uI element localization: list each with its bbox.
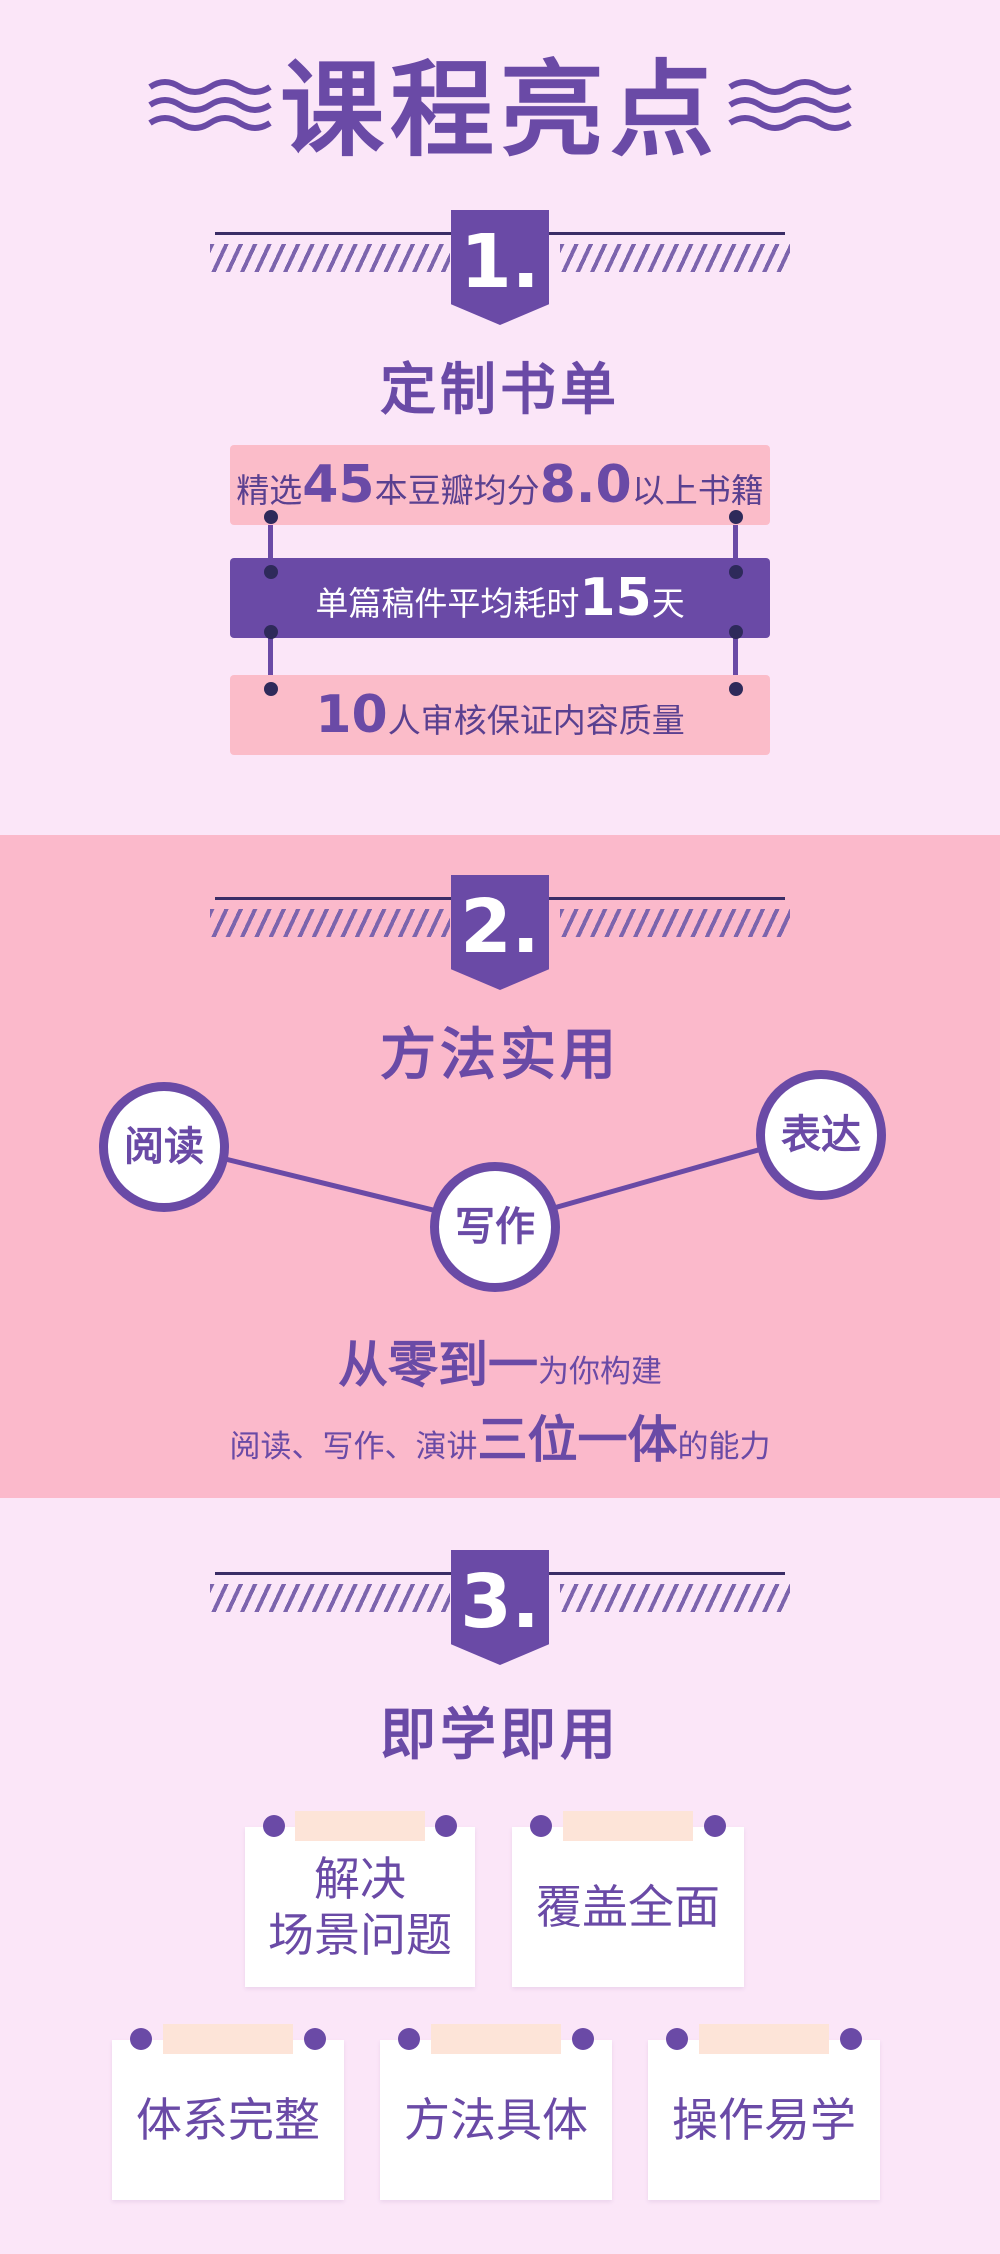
feature-card: 操作易学 <box>648 2024 880 2200</box>
section-number-badge: 3. <box>451 1550 549 1665</box>
highlight-text: 三位一体 <box>477 1411 678 1469</box>
feature-card-label: 操作易学 <box>672 2093 856 2147</box>
skill-node-expression: 表达 <box>756 1070 886 1200</box>
page: 课程亮点 1. 定制书单 精选45本豆瓣均分8.0以上书籍 单篇稿件平均耗时15… <box>0 0 1000 2254</box>
feature-card: 解决 场景问题 <box>245 1811 475 1987</box>
pin-icon <box>530 1815 552 1837</box>
pin-icon <box>263 1815 285 1837</box>
feature-card-label: 解决 场景问题 <box>268 1852 452 1962</box>
section-title: 即学即用 <box>380 1703 620 1768</box>
skill-node-writing: 写作 <box>430 1162 560 1292</box>
pin-icon <box>704 1815 726 1837</box>
pin-icon <box>840 2028 862 2050</box>
pin-icon <box>130 2028 152 2050</box>
pin-icon <box>304 2028 326 2050</box>
pin-icon <box>666 2028 688 2050</box>
feature-card-label: 体系完整 <box>136 2093 320 2147</box>
hatch-left <box>210 1584 450 1612</box>
feature-card-label: 覆盖全面 <box>536 1880 720 1934</box>
tagline-line-1: 从零到一为你构建 <box>0 1325 1000 1397</box>
feature-card: 体系完整 <box>112 2024 344 2200</box>
pin-icon <box>398 2028 420 2050</box>
tagline-line-2: 阅读、写作、演讲三位一体的能力 <box>0 1400 1000 1472</box>
skill-node-reading: 阅读 <box>99 1082 229 1212</box>
highlight-text: 从零到一 <box>338 1336 538 1394</box>
card-tape <box>163 2024 293 2054</box>
feature-card: 覆盖全面 <box>512 1811 744 1987</box>
feature-card-label: 方法具体 <box>404 2093 588 2147</box>
pin-icon <box>435 1815 457 1837</box>
body-text: 阅读、写作、演讲 <box>229 1429 478 1465</box>
card-tape <box>699 2024 829 2054</box>
card-tape <box>563 1811 693 1841</box>
pin-icon <box>572 2028 594 2050</box>
card-tape <box>295 1811 425 1841</box>
body-text: 为你构建 <box>538 1354 662 1390</box>
hatch-right <box>560 1584 790 1612</box>
body-text: 的能力 <box>677 1429 771 1465</box>
card-tape <box>431 2024 561 2054</box>
feature-card: 方法具体 <box>380 2024 612 2200</box>
